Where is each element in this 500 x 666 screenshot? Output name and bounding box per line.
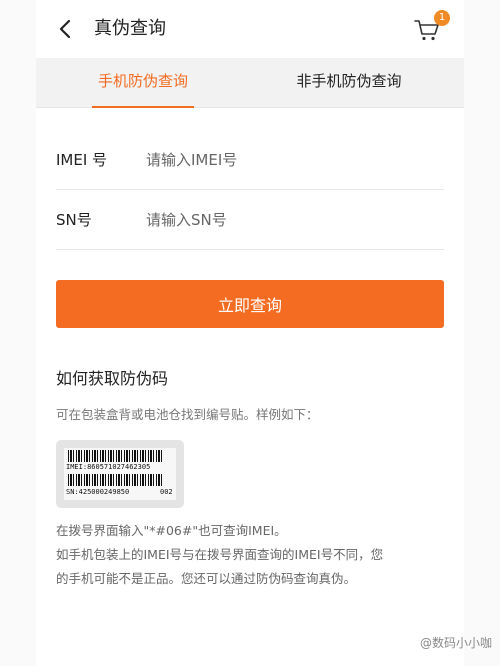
sn-barcode: [68, 474, 164, 486]
cart-count-badge: 1: [434, 10, 450, 26]
barcode-sticker: IMEI:860571027462305 SN:425000249850 002: [64, 448, 176, 500]
sample-sn-text: SN:425000249850: [66, 488, 130, 496]
how-to-get-code-description: 可在包装盒背或电池仓找到编号贴。样例如下：: [56, 407, 319, 422]
imei-input[interactable]: [146, 146, 436, 174]
imei-row: IMEI 号: [56, 132, 444, 190]
sample-imei-text: IMEI:860571027462305: [66, 463, 151, 471]
page-margin-right: [464, 0, 500, 666]
query-type-tabs: 手机防伪查询 非手机防伪查询: [36, 58, 464, 108]
cart-button[interactable]: 1: [412, 10, 452, 48]
app-frame: 真伪查询 1 手机防伪查询 非手机防伪查询 IMEI 号 SN号 立即查询 如何…: [36, 0, 464, 666]
page-title: 真伪查询: [94, 18, 166, 39]
sn-input[interactable]: [146, 206, 436, 234]
query-now-button[interactable]: 立即查询: [56, 280, 444, 328]
sample-code-text: 002: [160, 488, 173, 496]
back-arrow-icon[interactable]: [54, 17, 78, 41]
sn-row: SN号: [56, 192, 444, 250]
imei-barcode: [68, 450, 164, 462]
top-bar: 真伪查询 1: [36, 0, 464, 58]
tab-phone-verification[interactable]: 手机防伪查询: [92, 58, 194, 108]
help-note-line: 如手机包装上的IMEI号与在拨号界面查询的IMEI号不同，您: [56, 547, 384, 562]
help-note-line: 的手机可能不是正品。您还可以通过防伪码查询真伪。: [56, 571, 357, 586]
watermark: @数码小小咖: [419, 636, 492, 650]
sn-label: SN号: [56, 211, 92, 229]
barcode-sample-image: IMEI:860571027462305 SN:425000249850 002: [56, 440, 184, 508]
help-note-line: 在拨号界面输入"*#06#"也可查询IMEI。: [56, 523, 287, 538]
how-to-get-code-heading: 如何获取防伪码: [56, 369, 169, 388]
page-margin-left: [0, 0, 36, 666]
tab-non-phone-verification[interactable]: 非手机防伪查询: [284, 58, 414, 108]
imei-label: IMEI 号: [56, 151, 108, 169]
